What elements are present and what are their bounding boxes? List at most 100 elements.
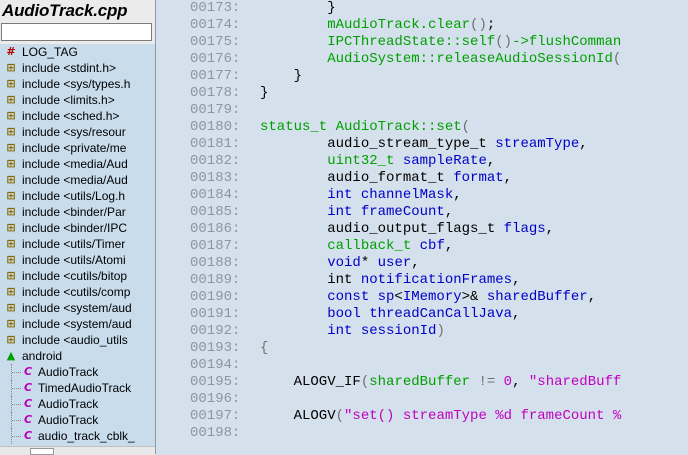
code-token: IMemory bbox=[402, 289, 462, 305]
symbol-label: TimedAudioTrack bbox=[38, 381, 132, 395]
code-editor[interactable]: 00173: } 00174: mAudioTrack.clear(); 00175… bbox=[156, 0, 688, 454]
line-number: 00198: bbox=[190, 425, 241, 441]
symbol-item[interactable]: ⊞ include <binder/IPC bbox=[0, 220, 155, 236]
include-icon: ⊞ bbox=[6, 301, 16, 314]
line-number: 00177: bbox=[190, 68, 241, 84]
code-token: , bbox=[512, 306, 521, 322]
code-line[interactable]: status_t AudioTrack::set( bbox=[260, 119, 470, 136]
symbol-label: AudioTrack bbox=[38, 413, 99, 427]
code-line[interactable]: ALOGV_IF(sharedBuffer != 0, "sharedBuff bbox=[260, 374, 622, 391]
include-icon: ⊞ bbox=[6, 173, 16, 186]
code-line[interactable]: int sessionId) bbox=[260, 323, 445, 340]
code-token: user bbox=[377, 255, 412, 271]
code-line[interactable]: } bbox=[260, 85, 268, 102]
code-token: notificationFrames bbox=[360, 272, 513, 288]
symbol-label: include <limits.h> bbox=[22, 93, 115, 107]
line-number: 00187: bbox=[190, 238, 241, 254]
symbol-item[interactable]: Caudio_track_cblk_ bbox=[0, 428, 155, 444]
code-token: } bbox=[260, 85, 269, 101]
symbol-item[interactable]: ⊞ include <limits.h> bbox=[0, 92, 155, 108]
code-line[interactable]: audio_output_flags_t flags, bbox=[260, 221, 554, 238]
code-line[interactable]: IPCThreadState::self()->flushComman bbox=[260, 34, 621, 51]
code-line[interactable]: { bbox=[260, 340, 268, 357]
include-icon: ⊞ bbox=[6, 125, 16, 138]
symbol-label: AudioTrack bbox=[38, 397, 99, 411]
symbol-label: include <media/Aud bbox=[22, 173, 128, 187]
code-token: } bbox=[260, 68, 303, 84]
code-token: , bbox=[444, 204, 454, 220]
code-line[interactable]: int channelMask, bbox=[260, 187, 462, 204]
class-icon: C bbox=[23, 381, 33, 394]
symbol-item[interactable]: ⊞ include <sched.h> bbox=[0, 108, 155, 124]
code-line[interactable]: int frameCount, bbox=[260, 204, 453, 221]
class-icon: C bbox=[23, 413, 33, 426]
line-number: 00191: bbox=[190, 306, 241, 322]
code-token: ALOGV_IF bbox=[260, 374, 361, 390]
symbol-label: include <private/me bbox=[22, 141, 127, 155]
symbol-item[interactable]: ⊞ include <sys/resour bbox=[0, 124, 155, 140]
code-token: { bbox=[260, 340, 269, 356]
symbol-item[interactable]: # LOG_TAG bbox=[0, 44, 155, 60]
code-token: streamType bbox=[495, 136, 580, 152]
code-token: audio_output_flags_t bbox=[260, 221, 504, 237]
code-line[interactable]: uint32_t sampleRate, bbox=[260, 153, 495, 170]
include-icon: ⊞ bbox=[6, 205, 16, 218]
symbol-label: include <audio_utils bbox=[22, 333, 128, 347]
symbol-label: LOG_TAG bbox=[22, 45, 78, 59]
symbol-item[interactable]: ⊞ include <utils/Atomi bbox=[0, 252, 155, 268]
code-line[interactable]: bool threadCanCallJava, bbox=[260, 306, 520, 323]
symbol-item[interactable]: ⊞ include <system/aud bbox=[0, 300, 155, 316]
code-token: , bbox=[512, 272, 521, 288]
code-line[interactable]: mAudioTrack.clear(); bbox=[260, 17, 495, 34]
symbol-label: include <sched.h> bbox=[22, 109, 120, 123]
code-line[interactable]: AudioSystem::releaseAudioSessionId( bbox=[260, 51, 621, 68]
line-number: 00178: bbox=[190, 85, 241, 101]
include-icon: ⊞ bbox=[6, 157, 16, 170]
code-line[interactable]: callback_t cbf, bbox=[260, 238, 453, 255]
class-icon: C bbox=[23, 397, 33, 410]
code-token: , bbox=[453, 187, 462, 203]
include-icon: ⊞ bbox=[6, 61, 16, 74]
code-line[interactable]: int notificationFrames, bbox=[260, 272, 520, 289]
symbol-item[interactable]: ⊞ include <sys/types.h bbox=[0, 76, 155, 92]
symbol-item[interactable]: ▲ android bbox=[0, 348, 155, 364]
symbol-item[interactable]: ⊞ include <media/Aud bbox=[0, 172, 155, 188]
code-token: , bbox=[411, 255, 420, 271]
code-line[interactable]: const sp<IMemory>& sharedBuffer, bbox=[260, 289, 596, 306]
symbol-search-input[interactable] bbox=[1, 23, 152, 41]
symbol-item[interactable]: ⊞ include <media/Aud bbox=[0, 156, 155, 172]
symbol-item[interactable]: C AudioTrack bbox=[0, 364, 155, 380]
code-line[interactable]: ALOGV("set() streamType %d frameCount % bbox=[260, 408, 622, 425]
code-line[interactable]: void* user, bbox=[260, 255, 420, 272]
symbol-label: include <media/Aud bbox=[22, 157, 128, 171]
include-icon: ⊞ bbox=[6, 221, 16, 234]
include-icon: ⊞ bbox=[6, 237, 16, 250]
code-line[interactable]: } bbox=[260, 68, 302, 85]
line-number: 00182: bbox=[190, 153, 241, 169]
symbol-item[interactable]: ⊞ include <audio_utils bbox=[0, 332, 155, 348]
line-number: 00197: bbox=[190, 408, 241, 424]
symbol-item[interactable]: C AudioTrack bbox=[0, 396, 155, 412]
symbol-item[interactable]: C AudioTrack bbox=[0, 412, 155, 428]
code-token: AudioSystem::releaseAudioSessionId bbox=[260, 51, 613, 67]
line-number: 00193: bbox=[190, 340, 241, 356]
symbol-item[interactable]: ⊞ include <utils/Log.h bbox=[0, 188, 155, 204]
symbol-item[interactable]: ⊞ include <private/me bbox=[0, 140, 155, 156]
namespace-icon: ▲ bbox=[6, 349, 16, 362]
symbol-item[interactable]: ⊞ include <binder/Par bbox=[0, 204, 155, 220]
symbol-item[interactable]: ⊞ include <system/aud bbox=[0, 316, 155, 332]
code-token: < bbox=[394, 289, 403, 305]
line-number: 00190: bbox=[190, 289, 241, 305]
code-line[interactable]: audio_stream_type_t streamType, bbox=[260, 136, 587, 153]
code-line[interactable]: audio_format_t format, bbox=[260, 170, 512, 187]
code-line[interactable]: } bbox=[260, 0, 335, 17]
include-icon: ⊞ bbox=[6, 109, 16, 122]
symbol-item[interactable]: ⊞ include <cutils/bitop bbox=[0, 268, 155, 284]
code-token: int sessionId bbox=[260, 323, 437, 339]
symbol-item[interactable]: C TimedAudioTrack bbox=[0, 380, 155, 396]
code-token: mAudioTrack.clear bbox=[260, 17, 471, 33]
symbol-item[interactable]: ⊞ include <utils/Timer bbox=[0, 236, 155, 252]
symbol-label: include <binder/Par bbox=[22, 205, 126, 219]
symbol-item[interactable]: ⊞ include <stdint.h> bbox=[0, 60, 155, 76]
symbol-item[interactable]: ⊞ include <cutils/comp bbox=[0, 284, 155, 300]
